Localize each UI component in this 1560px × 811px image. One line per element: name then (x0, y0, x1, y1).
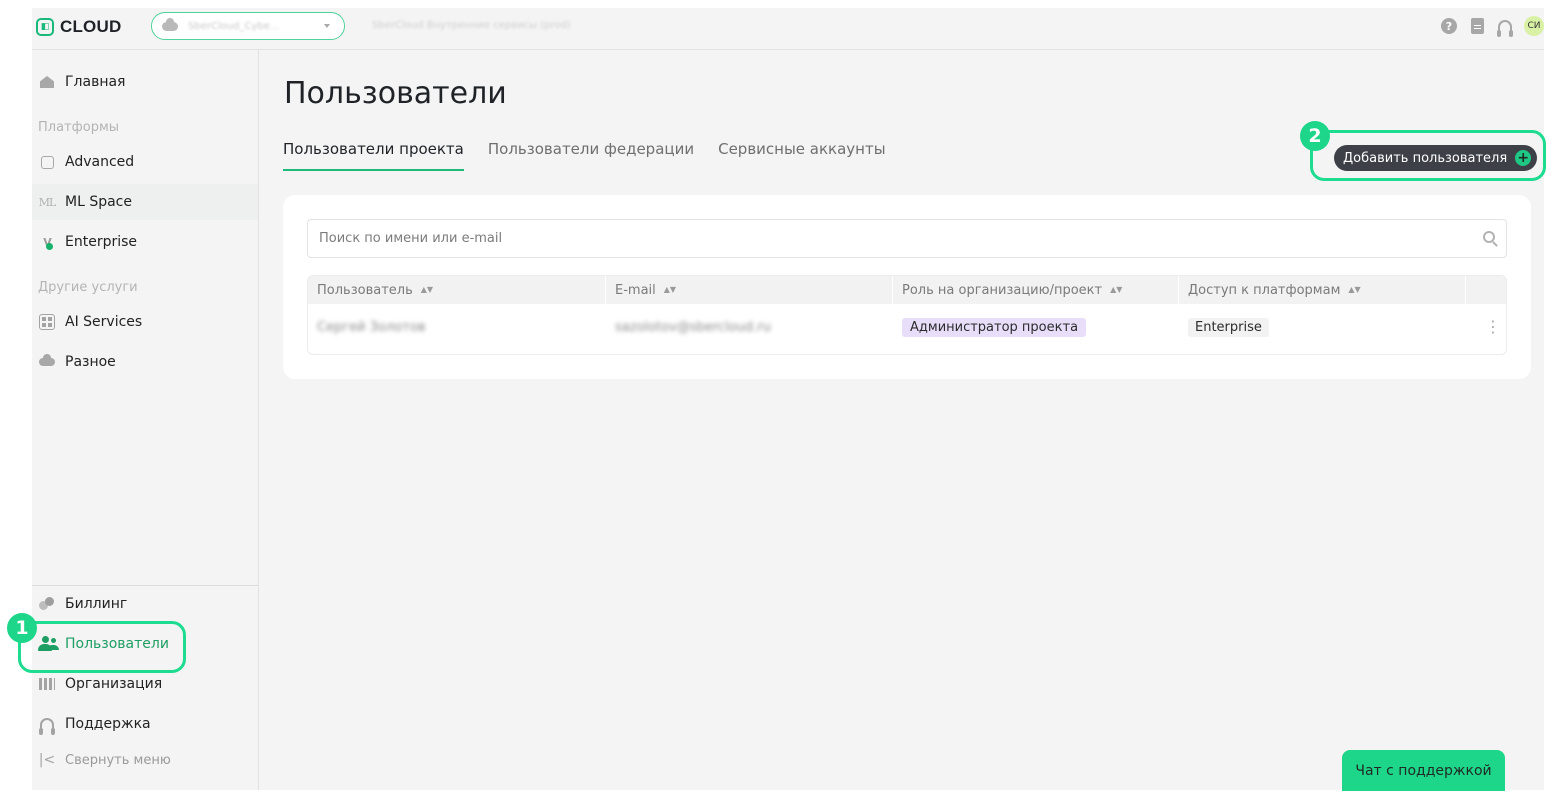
sidebar-item-label: ML Space (65, 194, 132, 210)
cloud-icon (39, 354, 55, 366)
collapse-menu-button[interactable]: |< Свернуть меню (32, 742, 258, 778)
sort-icon: ▲▼ (1348, 285, 1361, 294)
project-description: SberCloud Внутренние сервисы (prod) (372, 20, 571, 31)
sort-icon: ▲▼ (1110, 285, 1123, 294)
cell-email: sazolotov@sbercloud.ru (606, 304, 893, 350)
platform-badge: Enterprise (1188, 317, 1269, 337)
column-header-email[interactable]: E-mail ▲▼ (606, 276, 893, 304)
sort-icon: ▲▼ (663, 285, 677, 294)
search-field[interactable] (307, 219, 1507, 258)
users-table: Пользователь ▲▼ E-mail ▲▼ Роль на организа… (307, 275, 1507, 355)
top-icons: ? СИ (1441, 16, 1544, 37)
step-marker-1: 1 (7, 613, 37, 643)
ai-services-icon (39, 314, 55, 330)
cell-actions: ⋮ (1476, 304, 1506, 350)
sidebar-item-label: Биллинг (65, 596, 128, 612)
avatar[interactable]: СИ (1524, 16, 1544, 36)
more-options-icon[interactable]: ⋮ (1485, 319, 1501, 335)
sidebar-item-label: Организация (65, 676, 163, 692)
sidebar: Главная Платформы Advanced ML ML Space V… (32, 50, 259, 790)
sidebar-item-ai-services[interactable]: AI Services (32, 304, 258, 340)
ml-space-icon: ML (38, 195, 57, 209)
table-header: Пользователь ▲▼ E-mail ▲▼ Роль на организа… (308, 276, 1506, 304)
sidebar-item-misc[interactable]: Разное (32, 344, 258, 380)
column-header-actions (1466, 276, 1506, 304)
project-selector[interactable]: SberCloud_Cybe... (151, 12, 345, 40)
organization-icon (39, 678, 55, 690)
column-header-platforms[interactable]: Доступ к платформам ▲▼ (1179, 276, 1466, 304)
role-badge: Администратор проекта (902, 317, 1087, 337)
sort-icon: ▲▼ (420, 285, 434, 294)
support-chat-button[interactable]: Чат с поддержкой (1342, 750, 1505, 791)
section-platforms: Платформы (38, 120, 120, 135)
tab-federation-users[interactable]: Пользователи федерации (488, 140, 694, 170)
page-title: Пользователи (284, 76, 507, 111)
help-icon[interactable]: ? (1441, 18, 1457, 34)
sidebar-item-label: Главная (65, 74, 126, 90)
highlight-add-user (1310, 130, 1546, 181)
column-header-user[interactable]: Пользователь ▲▼ (308, 276, 606, 304)
sidebar-item-support[interactable]: Поддержка (32, 706, 258, 742)
search-icon[interactable] (1483, 231, 1495, 243)
sidebar-item-home[interactable]: Главная (32, 64, 258, 100)
cell-platform: Enterprise (1179, 304, 1466, 350)
sidebar-item-billing[interactable]: Биллинг (32, 586, 258, 622)
cloud-icon (162, 17, 178, 31)
cell-user: Сергей Золотов (308, 304, 606, 350)
home-icon (40, 76, 54, 88)
logo-icon: ◧ (36, 18, 54, 36)
advanced-icon (40, 155, 54, 169)
sidebar-item-label: Advanced (65, 154, 135, 170)
document-icon[interactable] (1471, 18, 1484, 34)
users-card: Пользователь▲▼ E-mail▲▼ Роль на организа… (283, 195, 1531, 379)
highlight-users-nav (18, 621, 186, 673)
sidebar-item-label: Enterprise (65, 234, 138, 250)
logo-text: CLOUD (60, 17, 122, 36)
sidebar-item-label: AI Services (65, 314, 143, 330)
sidebar-item-label: Разное (65, 354, 116, 370)
billing-icon (39, 596, 55, 612)
headset-icon[interactable] (1497, 20, 1513, 37)
user-name: Сергей Золотов (317, 319, 426, 335)
step-marker-2: 2 (1300, 121, 1330, 151)
top-bar: ◧ CLOUD SberCloud_Cybe... SberCloud Внут… (32, 8, 1544, 50)
cell-role: Администратор проекта (893, 304, 1179, 350)
sidebar-item-advanced[interactable]: Advanced (32, 144, 258, 180)
search-input[interactable] (317, 230, 1471, 247)
user-email: sazolotov@sbercloud.ru (615, 319, 771, 335)
collapse-icon: |< (38, 752, 56, 768)
cloud-logo[interactable]: ◧ CLOUD (36, 17, 121, 37)
sidebar-item-label: Поддержка (65, 716, 151, 732)
headset-icon (39, 718, 55, 735)
collapse-menu-label: Свернуть меню (65, 752, 171, 768)
project-name: SberCloud_Cybe... (188, 20, 280, 32)
column-header-role[interactable]: Роль на организацию/проект ▲▼ (893, 276, 1179, 304)
section-other-services: Другие услуги (38, 280, 138, 295)
enterprise-icon: V (43, 235, 53, 250)
chevron-down-icon (324, 24, 330, 28)
sidebar-item-enterprise[interactable]: V Enterprise (32, 224, 258, 260)
tab-service-accounts[interactable]: Сервисные аккаунты (718, 140, 885, 170)
tab-project-users[interactable]: Пользователи проекта (283, 140, 464, 171)
tabs: Пользователи проекта Пользователи федера… (283, 140, 886, 172)
sidebar-item-ml-space[interactable]: ML ML Space (32, 184, 258, 220)
